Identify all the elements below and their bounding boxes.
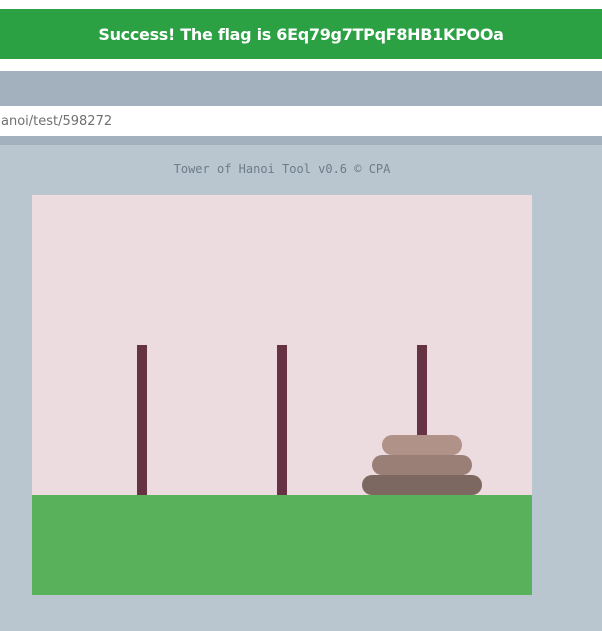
url-text: anoi/test/598272	[1, 113, 113, 129]
success-banner: Success! The flag is 6Eq79g7TPqF8HB1KPOO…	[0, 9, 602, 59]
peg-2[interactable]	[277, 345, 287, 495]
success-message: Success! The flag is 6Eq79g7TPqF8HB1KPOO…	[98, 24, 504, 44]
content-area: Tower of Hanoi Tool v0.6 © CPA	[0, 136, 602, 631]
hanoi-game-canvas[interactable]	[32, 195, 532, 595]
disk-large[interactable]	[362, 475, 482, 495]
disk-medium[interactable]	[372, 455, 472, 475]
content-divider	[0, 136, 602, 145]
toolbar-band	[0, 71, 602, 106]
tool-title: Tower of Hanoi Tool v0.6 © CPA	[173, 162, 391, 176]
ground	[32, 495, 532, 595]
url-bar[interactable]: anoi/test/598272	[0, 106, 602, 136]
peg-1[interactable]	[137, 345, 147, 495]
disk-small[interactable]	[382, 435, 462, 455]
